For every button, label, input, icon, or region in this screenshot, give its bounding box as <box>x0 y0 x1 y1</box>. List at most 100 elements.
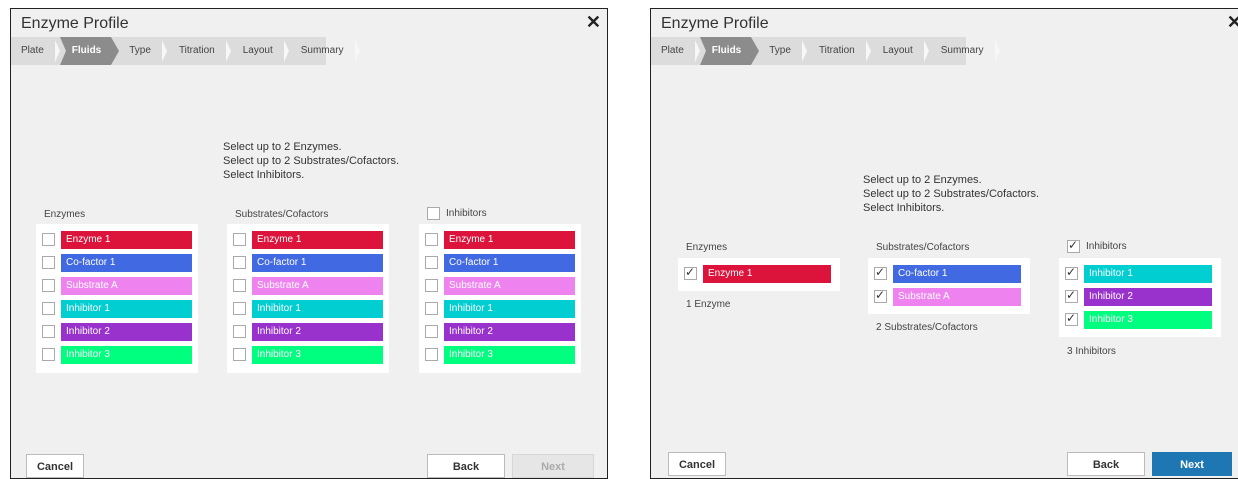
step-separator <box>161 40 167 62</box>
enzymes-count: 1 Enzyme <box>686 299 731 310</box>
fluid-chip: Co-factor 1 <box>893 264 1021 283</box>
fluid-chip: Enzyme 1 <box>61 230 192 249</box>
fluid-checkbox[interactable] <box>874 265 887 280</box>
fluid-item[interactable]: Inhibitor 2 <box>1065 285 1215 308</box>
inhibitors-header: Inhibitors <box>427 207 487 220</box>
fluid-item[interactable]: Inhibitor 3 <box>1065 308 1215 331</box>
step-tab-plate[interactable]: Plate <box>655 37 700 65</box>
fluid-chip: Inhibitor 2 <box>252 322 383 341</box>
fluid-chip: Inhibitor 3 <box>444 345 575 364</box>
step-tab-fluids[interactable]: Fluids <box>59 37 120 65</box>
step-tab-type[interactable]: Type <box>763 37 807 65</box>
fluid-checkbox[interactable] <box>233 256 246 269</box>
cancel-button[interactable]: Cancel <box>26 454 84 478</box>
enzymes-list: Enzyme 1 Co-factor 1 Substrate A Inhibitor … <box>36 224 198 373</box>
fluid-checkbox[interactable] <box>233 325 246 338</box>
fluid-item[interactable]: Inhibitor 3 <box>42 343 192 366</box>
fluid-chip: Inhibitor 1 <box>1084 264 1212 283</box>
fluid-item[interactable]: Co-factor 1 <box>42 251 192 274</box>
title-bar: Enzyme Profile ✕ <box>11 9 607 37</box>
fluid-checkbox[interactable] <box>1065 288 1078 303</box>
instruction-line: Select Inhibitors. <box>223 169 305 181</box>
close-icon[interactable]: ✕ <box>586 12 601 33</box>
fluid-checkbox[interactable] <box>1065 311 1078 326</box>
back-button[interactable]: Back <box>1067 452 1145 476</box>
fluid-checkbox[interactable] <box>42 279 55 292</box>
fluid-checkbox[interactable] <box>233 348 246 361</box>
dialog-title: Enzyme Profile <box>21 15 129 32</box>
fluid-checkbox[interactable] <box>233 302 246 315</box>
fluid-item[interactable]: Enzyme 1 <box>42 228 192 251</box>
wizard-steps: Plate Fluids Type Titration Layout Summary <box>11 37 607 65</box>
inhibitors-checkbox[interactable] <box>427 207 440 220</box>
step-tab-titration[interactable]: Titration <box>813 37 871 65</box>
instruction-line: Select up to 2 Substrates/Cofactors. <box>223 155 400 167</box>
fluid-item[interactable]: Co-factor 1 <box>425 251 575 274</box>
fluid-checkbox[interactable] <box>233 279 246 292</box>
fluid-checkbox[interactable] <box>42 348 55 361</box>
fluid-chip: Enzyme 1 <box>703 264 831 283</box>
step-separator <box>354 40 360 62</box>
fluid-checkbox[interactable] <box>42 325 55 338</box>
step-separator <box>994 40 1000 62</box>
fluid-checkbox[interactable] <box>42 233 55 246</box>
fluid-item[interactable]: Co-factor 1 <box>874 262 1024 285</box>
step-separator <box>865 40 871 62</box>
fluid-checkbox[interactable] <box>874 288 887 303</box>
fluid-item[interactable]: Co-factor 1 <box>233 251 383 274</box>
fluid-item[interactable]: Enzyme 1 <box>684 262 834 285</box>
step-tab-layout[interactable]: Layout <box>237 37 289 65</box>
fluid-checkbox[interactable] <box>42 256 55 269</box>
fluid-chip: Inhibitor 1 <box>444 299 575 318</box>
step-tab-layout[interactable]: Layout <box>877 37 929 65</box>
fluid-checkbox[interactable] <box>684 265 697 280</box>
step-tab-summary[interactable]: Summary <box>935 37 1000 65</box>
instruction-line: Select up to 2 Substrates/Cofactors. <box>863 188 1040 200</box>
fluid-item[interactable]: Substrate A <box>425 274 575 297</box>
fluid-checkbox[interactable] <box>425 348 438 361</box>
fluid-item[interactable]: Inhibitor 1 <box>425 297 575 320</box>
fluid-checkbox[interactable] <box>425 302 438 315</box>
fluid-chip: Co-factor 1 <box>61 253 192 272</box>
step-separator <box>225 40 231 62</box>
fluid-item[interactable]: Substrate A <box>874 285 1024 308</box>
step-tab-fluids[interactable]: Fluids <box>699 37 760 65</box>
fluid-checkbox[interactable] <box>233 233 246 246</box>
substrates-list: Co-factor 1 Substrate A <box>868 258 1030 314</box>
fluid-checkbox[interactable] <box>425 256 438 269</box>
fluid-checkbox[interactable] <box>425 233 438 246</box>
enzyme-profile-dialog-selected: Enzyme Profile ✕ PlateFluidsTypeTitratio… <box>650 8 1238 479</box>
fluid-item[interactable]: Inhibitor 1 <box>42 297 192 320</box>
fluid-item[interactable]: Inhibitor 2 <box>233 320 383 343</box>
fluid-checkbox[interactable] <box>1065 265 1078 280</box>
step-tab-titration[interactable]: Titration <box>173 37 231 65</box>
fluid-item[interactable]: Substrate A <box>42 274 192 297</box>
fluid-item[interactable]: Inhibitor 2 <box>42 320 192 343</box>
next-button[interactable]: Next <box>512 454 594 478</box>
fluid-item[interactable]: Inhibitor 1 <box>1065 262 1215 285</box>
fluid-item[interactable]: Inhibitor 2 <box>425 320 575 343</box>
step-tab-plate[interactable]: Plate <box>15 37 60 65</box>
inhibitors-list: Inhibitor 1 Inhibitor 2 Inhibitor 3 <box>1059 258 1221 337</box>
fluid-item[interactable]: Enzyme 1 <box>233 228 383 251</box>
fluid-checkbox[interactable] <box>425 325 438 338</box>
fluid-item[interactable]: Inhibitor 3 <box>233 343 383 366</box>
fluid-item[interactable]: Inhibitor 1 <box>233 297 383 320</box>
close-icon[interactable]: ✕ <box>1227 12 1238 33</box>
enzymes-list: Enzyme 1 <box>678 258 840 291</box>
step-tab-summary[interactable]: Summary <box>295 37 360 65</box>
enzymes-label: Enzymes <box>686 242 728 253</box>
fluid-checkbox[interactable] <box>42 302 55 315</box>
fluid-item[interactable]: Enzyme 1 <box>425 228 575 251</box>
fluid-item[interactable]: Substrate A <box>233 274 383 297</box>
next-button[interactable]: Next <box>1152 452 1232 476</box>
fluid-item[interactable]: Inhibitor 3 <box>425 343 575 366</box>
back-button[interactable]: Back <box>427 454 505 478</box>
step-separator <box>283 40 289 62</box>
inhibitors-checkbox[interactable] <box>1067 238 1080 253</box>
cancel-button[interactable]: Cancel <box>668 452 726 476</box>
step-tab-type[interactable]: Type <box>123 37 167 65</box>
inhibitors-label: Inhibitors <box>446 208 487 219</box>
substrates-count: 2 Substrates/Cofactors <box>876 322 978 333</box>
fluid-checkbox[interactable] <box>425 279 438 292</box>
